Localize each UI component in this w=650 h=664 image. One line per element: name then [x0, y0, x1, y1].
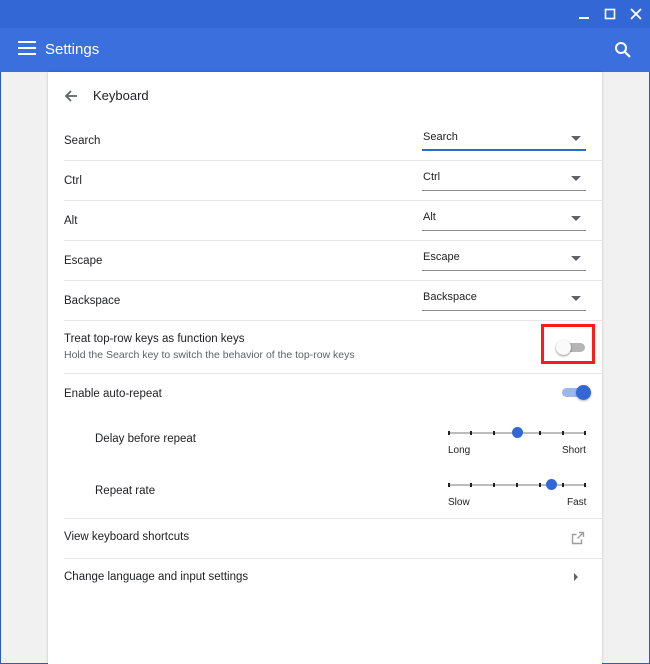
divider: [64, 240, 602, 241]
dropdown-arrow-icon: [571, 216, 581, 221]
app-title: Settings: [45, 41, 100, 58]
function-keys-label: Treat top-row keys as function keys: [64, 333, 245, 345]
minimize-icon[interactable]: [574, 4, 594, 24]
maximize-icon[interactable]: [600, 4, 620, 24]
divider: [64, 373, 602, 374]
search-icon[interactable]: [614, 41, 632, 59]
search-key-select[interactable]: Search: [422, 129, 586, 151]
rate-max-label: Fast: [567, 497, 587, 508]
slider-tick: [470, 483, 472, 487]
slider-tick: [516, 483, 518, 487]
repeat-rate-label: Repeat rate: [95, 485, 156, 497]
view-shortcuts-link[interactable]: View keyboard shortcuts: [64, 531, 189, 543]
delay-slider[interactable]: [448, 425, 586, 441]
delay-max-label: Short: [562, 445, 586, 456]
select-underline: [422, 149, 586, 151]
slider-knob[interactable]: [546, 479, 557, 490]
close-icon[interactable]: [626, 4, 646, 24]
repeat-rate-slider[interactable]: [448, 477, 586, 493]
delay-min-label: Long: [448, 445, 471, 456]
slider-knob[interactable]: [512, 427, 523, 438]
select-underline: [422, 190, 586, 191]
slider-tick: [448, 483, 450, 487]
toggle-thumb: [576, 385, 591, 400]
divider: [64, 320, 602, 321]
alt-key-select[interactable]: Alt: [422, 209, 586, 231]
select-value: Ctrl: [423, 171, 441, 183]
external-link-icon[interactable]: [571, 531, 585, 545]
divider: [64, 160, 602, 161]
dropdown-arrow-icon: [571, 296, 581, 301]
select-underline: [422, 270, 586, 271]
select-value: Alt: [423, 211, 436, 223]
dropdown-arrow-icon: [571, 176, 581, 181]
search-key-label: Search: [64, 135, 101, 147]
alt-key-label: Alt: [64, 215, 78, 227]
backspace-key-label: Backspace: [64, 295, 121, 307]
settings-card: Keyboard Search Search Ctrl Ctrl Alt Alt…: [48, 72, 602, 664]
slider-tick: [493, 483, 495, 487]
escape-key-label: Escape: [64, 255, 103, 267]
select-underline: [422, 230, 586, 231]
divider: [64, 200, 602, 201]
back-arrow-icon[interactable]: [62, 87, 80, 105]
slider-tick: [584, 483, 586, 487]
slider-tick: [470, 431, 472, 435]
divider: [64, 558, 602, 559]
divider: [64, 518, 602, 519]
select-underline: [422, 310, 586, 311]
chevron-right-icon[interactable]: [574, 573, 578, 581]
slider-tick: [584, 431, 586, 435]
window-titlebar: [0, 0, 650, 28]
slider-tick: [539, 431, 541, 435]
app-bar: Settings: [0, 28, 650, 72]
ctrl-key-label: Ctrl: [64, 175, 82, 187]
function-keys-description: Hold the Search key to switch the behavi…: [64, 349, 355, 361]
slider-tick: [562, 483, 564, 487]
page-title: Keyboard: [93, 88, 149, 103]
menu-icon[interactable]: [18, 41, 36, 59]
language-settings-link[interactable]: Change language and input settings: [64, 571, 248, 583]
auto-repeat-toggle[interactable]: [562, 385, 591, 400]
select-value: Backspace: [423, 291, 477, 303]
dropdown-arrow-icon: [571, 256, 581, 261]
delay-label: Delay before repeat: [95, 433, 197, 445]
select-value: Search: [423, 131, 458, 143]
rate-min-label: Slow: [448, 497, 470, 508]
slider-tick: [539, 483, 541, 487]
ctrl-key-select[interactable]: Ctrl: [422, 169, 586, 191]
backspace-key-select[interactable]: Backspace: [422, 289, 586, 311]
highlight-box: [541, 324, 595, 364]
dropdown-arrow-icon: [571, 136, 581, 141]
select-value: Escape: [423, 251, 460, 263]
divider: [64, 280, 602, 281]
auto-repeat-label: Enable auto-repeat: [64, 388, 162, 400]
slider-tick: [562, 431, 564, 435]
slider-tick: [448, 431, 450, 435]
slider-tick: [493, 431, 495, 435]
escape-key-select[interactable]: Escape: [422, 249, 586, 271]
